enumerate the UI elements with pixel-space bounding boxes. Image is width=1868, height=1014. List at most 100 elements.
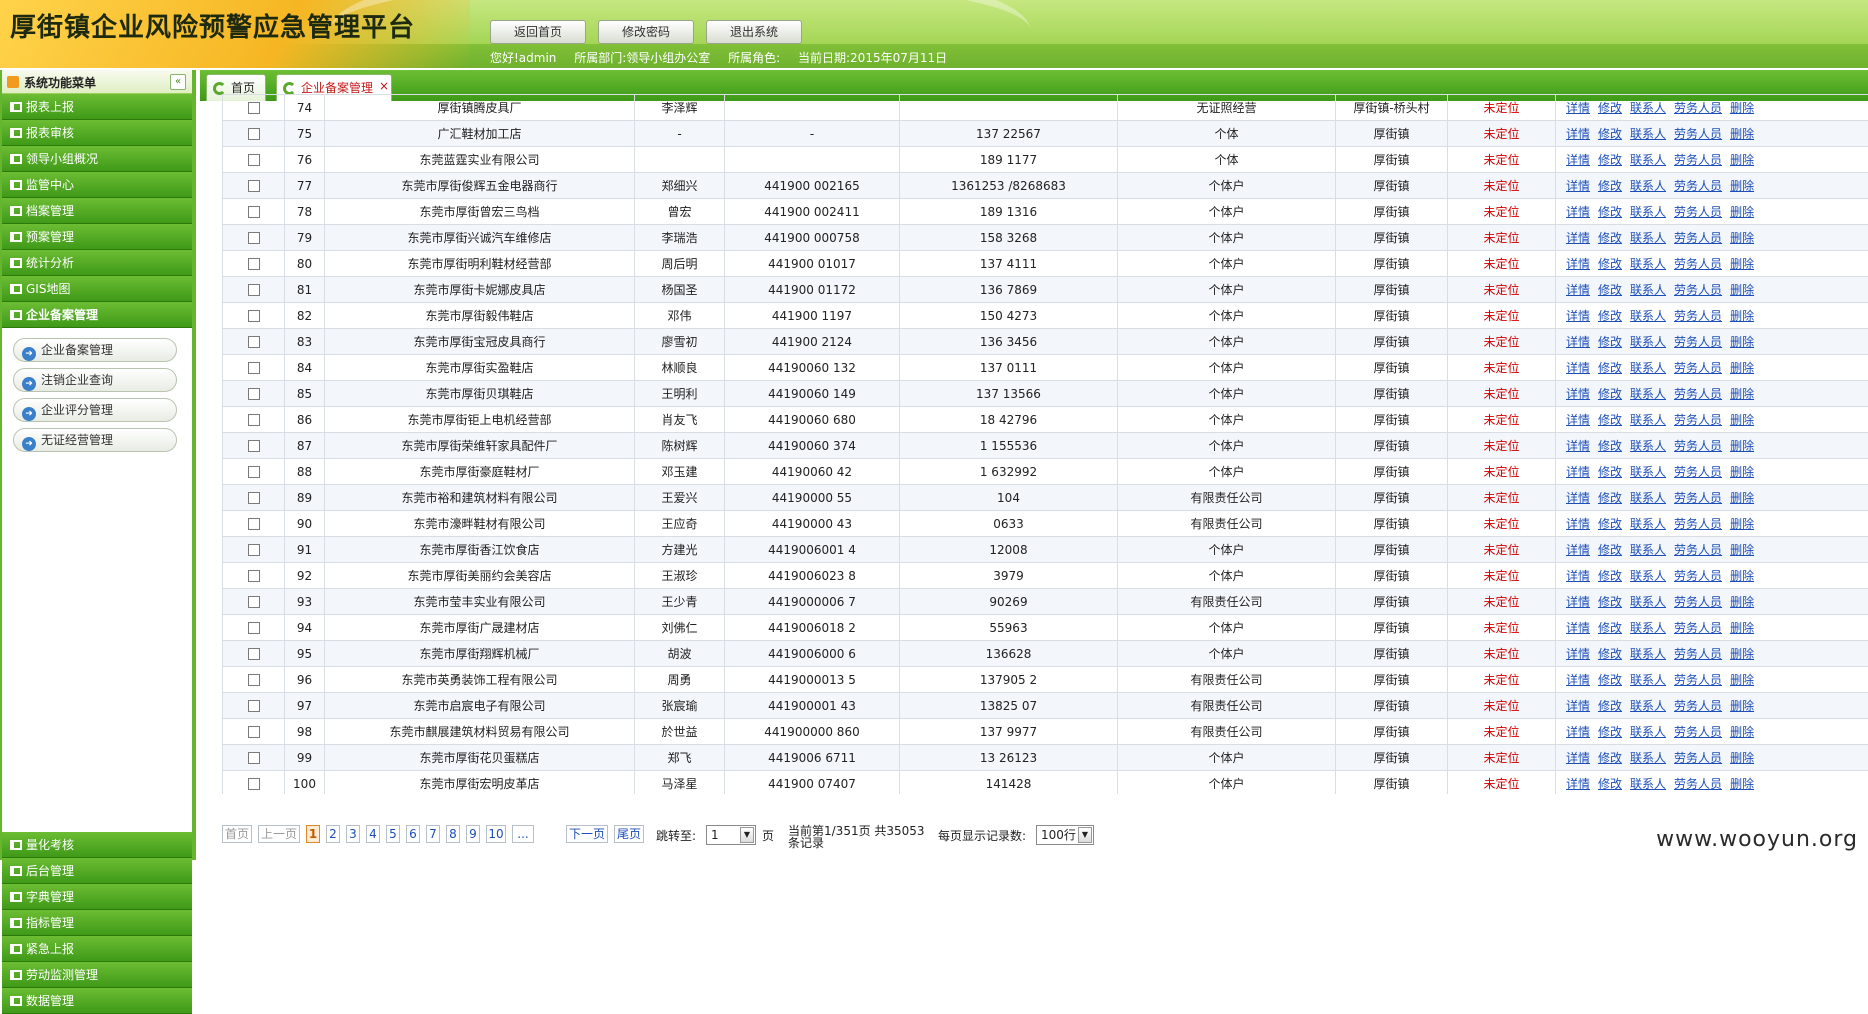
action-link-4[interactable]: 删除 bbox=[1730, 361, 1754, 375]
page-7-button[interactable]: 7 bbox=[426, 825, 440, 843]
action-link-3[interactable]: 劳务人员 bbox=[1674, 153, 1722, 167]
action-link-1[interactable]: 修改 bbox=[1598, 127, 1622, 141]
action-link-2[interactable]: 联系人 bbox=[1630, 465, 1666, 479]
action-link-4[interactable]: 删除 bbox=[1730, 153, 1754, 167]
action-link-4[interactable]: 删除 bbox=[1730, 569, 1754, 583]
sidebar-item-1[interactable]: 报表审核 bbox=[2, 120, 192, 146]
action-link-1[interactable]: 修改 bbox=[1598, 647, 1622, 661]
action-link-1[interactable]: 修改 bbox=[1598, 231, 1622, 245]
action-link-4[interactable]: 删除 bbox=[1730, 543, 1754, 557]
row-checkbox[interactable] bbox=[248, 128, 260, 140]
row-checkbox[interactable] bbox=[248, 700, 260, 712]
action-link-4[interactable]: 删除 bbox=[1730, 231, 1754, 245]
action-link-1[interactable]: 修改 bbox=[1598, 387, 1622, 401]
action-link-2[interactable]: 联系人 bbox=[1630, 361, 1666, 375]
action-link-2[interactable]: 联系人 bbox=[1630, 309, 1666, 323]
row-checkbox[interactable] bbox=[248, 362, 260, 374]
sidebar-bottom-item-1[interactable]: 后台管理 bbox=[2, 858, 192, 884]
action-link-0[interactable]: 详情 bbox=[1566, 725, 1590, 739]
action-link-3[interactable]: 劳务人员 bbox=[1674, 647, 1722, 661]
jump-select[interactable]: 1 ▼ bbox=[706, 825, 756, 845]
action-link-3[interactable]: 劳务人员 bbox=[1674, 777, 1722, 791]
action-link-2[interactable]: 联系人 bbox=[1630, 335, 1666, 349]
row-checkbox[interactable] bbox=[248, 388, 260, 400]
sidebar-item-8[interactable]: 企业备案管理 bbox=[2, 302, 192, 328]
action-link-1[interactable]: 修改 bbox=[1598, 777, 1622, 791]
sidebar-bottom-item-6[interactable]: 数据管理 bbox=[2, 988, 192, 1014]
action-link-4[interactable]: 删除 bbox=[1730, 205, 1754, 219]
per-page-select[interactable]: 100行 ▼ bbox=[1036, 825, 1094, 845]
page-1-button[interactable]: 1 bbox=[306, 825, 320, 843]
action-link-1[interactable]: 修改 bbox=[1598, 179, 1622, 193]
page-8-button[interactable]: 8 bbox=[446, 825, 460, 843]
action-link-2[interactable]: 联系人 bbox=[1630, 543, 1666, 557]
action-link-4[interactable]: 删除 bbox=[1730, 725, 1754, 739]
action-link-0[interactable]: 详情 bbox=[1566, 101, 1590, 115]
action-link-0[interactable]: 详情 bbox=[1566, 179, 1590, 193]
action-link-0[interactable]: 详情 bbox=[1566, 361, 1590, 375]
row-checkbox[interactable] bbox=[248, 154, 260, 166]
action-link-1[interactable]: 修改 bbox=[1598, 517, 1622, 531]
action-link-3[interactable]: 劳务人员 bbox=[1674, 205, 1722, 219]
action-link-0[interactable]: 详情 bbox=[1566, 231, 1590, 245]
sidebar-subitem-0[interactable]: ➜企业备案管理 bbox=[13, 338, 177, 362]
action-link-0[interactable]: 详情 bbox=[1566, 777, 1590, 791]
action-link-4[interactable]: 删除 bbox=[1730, 751, 1754, 765]
action-link-1[interactable]: 修改 bbox=[1598, 153, 1622, 167]
sidebar-item-2[interactable]: 领导小组概况 bbox=[2, 146, 192, 172]
row-checkbox[interactable] bbox=[248, 570, 260, 582]
action-link-1[interactable]: 修改 bbox=[1598, 465, 1622, 479]
action-link-1[interactable]: 修改 bbox=[1598, 283, 1622, 297]
row-checkbox[interactable] bbox=[248, 258, 260, 270]
action-link-1[interactable]: 修改 bbox=[1598, 361, 1622, 375]
sidebar-item-0[interactable]: 报表上报 bbox=[2, 94, 192, 120]
action-link-2[interactable]: 联系人 bbox=[1630, 283, 1666, 297]
sidebar-subitem-3[interactable]: ➜无证经营管理 bbox=[13, 428, 177, 452]
action-link-4[interactable]: 删除 bbox=[1730, 647, 1754, 661]
action-link-0[interactable]: 详情 bbox=[1566, 127, 1590, 141]
action-link-3[interactable]: 劳务人员 bbox=[1674, 491, 1722, 505]
action-link-2[interactable]: 联系人 bbox=[1630, 387, 1666, 401]
action-link-2[interactable]: 联系人 bbox=[1630, 413, 1666, 427]
action-link-2[interactable]: 联系人 bbox=[1630, 699, 1666, 713]
action-link-4[interactable]: 删除 bbox=[1730, 257, 1754, 271]
prev-page-button[interactable]: 上一页 bbox=[258, 825, 300, 843]
row-checkbox[interactable] bbox=[248, 492, 260, 504]
row-checkbox[interactable] bbox=[248, 284, 260, 296]
action-link-1[interactable]: 修改 bbox=[1598, 699, 1622, 713]
action-link-2[interactable]: 联系人 bbox=[1630, 647, 1666, 661]
action-link-4[interactable]: 删除 bbox=[1730, 127, 1754, 141]
action-link-0[interactable]: 详情 bbox=[1566, 647, 1590, 661]
action-link-4[interactable]: 删除 bbox=[1730, 491, 1754, 505]
home-button[interactable]: 返回首页 bbox=[490, 20, 586, 44]
sidebar-item-5[interactable]: 预案管理 bbox=[2, 224, 192, 250]
action-link-3[interactable]: 劳务人员 bbox=[1674, 673, 1722, 687]
row-checkbox[interactable] bbox=[248, 414, 260, 426]
sidebar-item-7[interactable]: GIS地图 bbox=[2, 276, 192, 302]
action-link-0[interactable]: 详情 bbox=[1566, 335, 1590, 349]
action-link-1[interactable]: 修改 bbox=[1598, 543, 1622, 557]
action-link-0[interactable]: 详情 bbox=[1566, 205, 1590, 219]
action-link-3[interactable]: 劳务人员 bbox=[1674, 257, 1722, 271]
row-checkbox[interactable] bbox=[248, 674, 260, 686]
action-link-3[interactable]: 劳务人员 bbox=[1674, 127, 1722, 141]
action-link-0[interactable]: 详情 bbox=[1566, 309, 1590, 323]
action-link-3[interactable]: 劳务人员 bbox=[1674, 699, 1722, 713]
action-link-4[interactable]: 删除 bbox=[1730, 309, 1754, 323]
page-6-button[interactable]: 6 bbox=[406, 825, 420, 843]
action-link-2[interactable]: 联系人 bbox=[1630, 231, 1666, 245]
page-3-button[interactable]: 3 bbox=[346, 825, 360, 843]
action-link-4[interactable]: 删除 bbox=[1730, 465, 1754, 479]
action-link-1[interactable]: 修改 bbox=[1598, 309, 1622, 323]
action-link-0[interactable]: 详情 bbox=[1566, 413, 1590, 427]
action-link-4[interactable]: 删除 bbox=[1730, 335, 1754, 349]
change-password-button[interactable]: 修改密码 bbox=[598, 20, 694, 44]
action-link-0[interactable]: 详情 bbox=[1566, 751, 1590, 765]
sidebar-bottom-item-3[interactable]: 指标管理 bbox=[2, 910, 192, 936]
action-link-2[interactable]: 联系人 bbox=[1630, 205, 1666, 219]
action-link-2[interactable]: 联系人 bbox=[1630, 257, 1666, 271]
action-link-4[interactable]: 删除 bbox=[1730, 439, 1754, 453]
page-4-button[interactable]: 4 bbox=[366, 825, 380, 843]
action-link-3[interactable]: 劳务人员 bbox=[1674, 517, 1722, 531]
action-link-2[interactable]: 联系人 bbox=[1630, 725, 1666, 739]
